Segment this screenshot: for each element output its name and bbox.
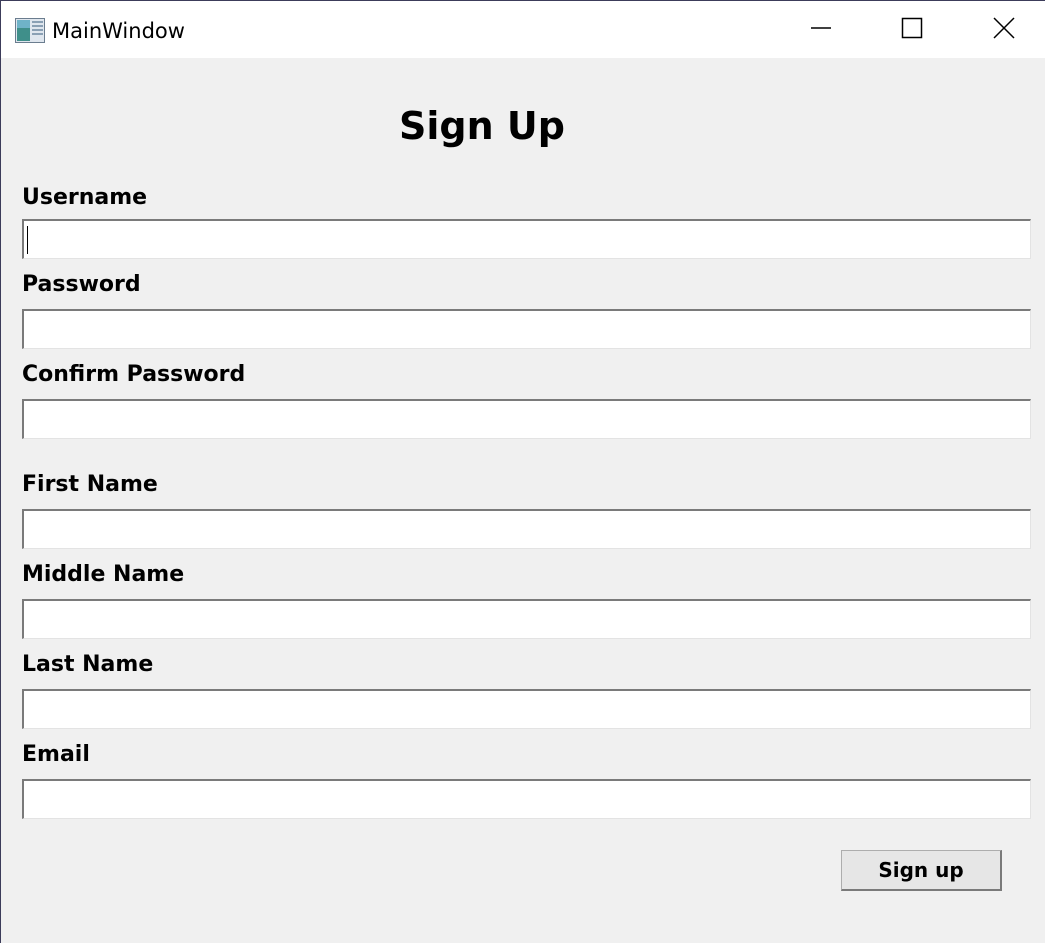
last-name-field[interactable] xyxy=(22,689,1031,729)
close-button[interactable] xyxy=(958,1,1045,58)
password-field[interactable] xyxy=(22,309,1031,349)
first-name-label: First Name xyxy=(22,472,158,497)
app-window-icon xyxy=(15,18,45,43)
page-title: Sign Up xyxy=(399,104,565,148)
close-icon xyxy=(993,16,1015,43)
confirm-password-field[interactable] xyxy=(22,399,1031,439)
title-bar[interactable]: MainWindow xyxy=(1,1,1045,58)
minimize-icon xyxy=(810,17,832,43)
password-label: Password xyxy=(22,272,141,297)
maximize-button[interactable] xyxy=(866,1,958,58)
username-field[interactable] xyxy=(22,219,1031,259)
email-field[interactable] xyxy=(22,779,1031,819)
main-window: MainWindow Sign Up Username Password Con… xyxy=(0,0,1045,943)
maximize-icon xyxy=(901,17,923,43)
sign-up-button[interactable]: Sign up xyxy=(841,850,1002,891)
text-caret xyxy=(27,226,28,254)
first-name-field[interactable] xyxy=(22,509,1031,549)
minimize-button[interactable] xyxy=(775,1,867,58)
confirm-password-label: Confirm Password xyxy=(22,362,246,387)
middle-name-field[interactable] xyxy=(22,599,1031,639)
last-name-label: Last Name xyxy=(22,652,154,677)
middle-name-label: Middle Name xyxy=(22,562,185,587)
username-label: Username xyxy=(22,185,148,210)
window-title: MainWindow xyxy=(52,19,185,43)
email-label: Email xyxy=(22,742,90,767)
